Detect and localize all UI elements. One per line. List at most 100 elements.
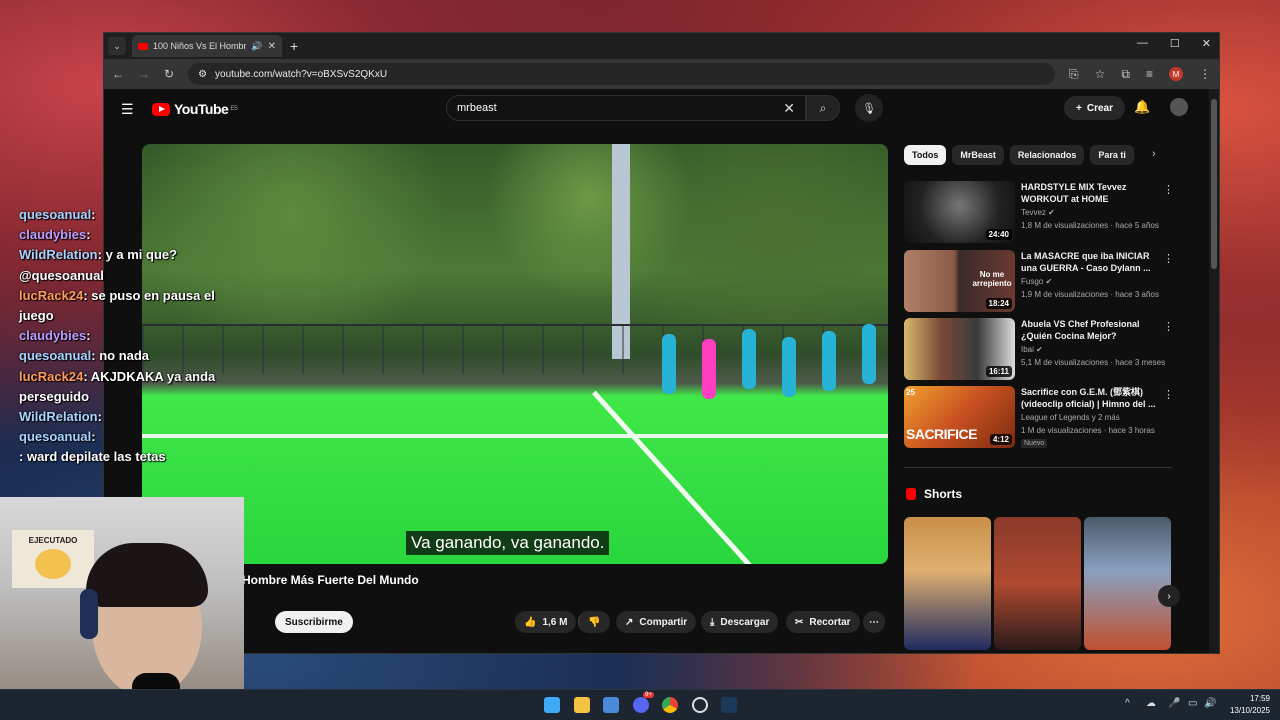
obs-icon[interactable] bbox=[692, 697, 708, 713]
search-input[interactable]: mrbeast ✕ bbox=[446, 95, 806, 121]
duration-badge: 24:40 bbox=[985, 229, 1012, 240]
more-options-icon[interactable]: ⋮ bbox=[1163, 320, 1174, 333]
more-actions-button[interactable]: ⋯ bbox=[863, 611, 885, 633]
subscribe-button[interactable]: Suscribirme bbox=[275, 611, 353, 633]
video-thumbnail[interactable]: 16:11 bbox=[904, 318, 1015, 380]
filter-chips: Todos MrBeast Relacionados Para ti bbox=[904, 145, 1134, 165]
notifications-bell-icon[interactable]: 🔔 bbox=[1134, 99, 1150, 115]
volume-icon[interactable]: 🔊 bbox=[1204, 698, 1216, 709]
recommendation-meta: 1 M de visualizaciones · hace 3 horas bbox=[1021, 426, 1155, 435]
shorts-next-button[interactable]: › bbox=[1158, 585, 1180, 607]
recommendation-channel[interactable]: Tevvez ✔ bbox=[1021, 208, 1055, 217]
clear-search-icon[interactable]: ✕ bbox=[783, 100, 795, 117]
back-icon[interactable]: ← bbox=[112, 67, 124, 81]
clip-button[interactable]: ✂ Recortar bbox=[786, 611, 860, 633]
recommendation-channel[interactable]: Fusgo ✔ bbox=[1021, 277, 1052, 286]
video-thumbnail[interactable]: No me arrepiento 18:24 bbox=[904, 250, 1015, 312]
recommendation-title[interactable]: Sacrifice con G.E.M. (鄧紫棋) (videoclip of… bbox=[1021, 386, 1159, 410]
close-tab-icon[interactable]: ✕ bbox=[268, 41, 276, 52]
media-controls-icon[interactable]: ≡ bbox=[1146, 67, 1153, 81]
recommendation-item[interactable]: 16:11 Abuela VS Chef Profesional ¿Quién … bbox=[904, 318, 1174, 380]
chat-message: quesoanual: bbox=[19, 429, 96, 445]
recommendation-title[interactable]: Abuela VS Chef Profesional ¿Quién Cocina… bbox=[1021, 318, 1159, 342]
recommendation-item[interactable]: 25 SACRIFICE 4:12 Sacrifice con G.E.M. (… bbox=[904, 386, 1174, 448]
audio-icon[interactable]: 🔊 bbox=[251, 41, 262, 52]
tray-overflow-icon[interactable]: ^ bbox=[1125, 698, 1130, 709]
chip-para-ti[interactable]: Para ti bbox=[1090, 145, 1134, 165]
shorts-title: Shorts bbox=[924, 487, 963, 501]
store-icon[interactable] bbox=[603, 697, 619, 713]
file-explorer-icon[interactable] bbox=[574, 697, 590, 713]
recommendation-meta: 1,9 M de visualizaciones · hace 3 años bbox=[1021, 290, 1159, 299]
network-icon[interactable]: ▭ bbox=[1188, 698, 1197, 709]
chip-mrbeast[interactable]: MrBeast bbox=[952, 145, 1004, 165]
forward-icon[interactable]: → bbox=[138, 67, 150, 81]
tab-search-button[interactable]: ⌄ bbox=[108, 37, 126, 55]
chrome-icon[interactable] bbox=[662, 697, 678, 713]
duration-badge: 16:11 bbox=[985, 366, 1012, 377]
new-tab-button[interactable]: + bbox=[290, 38, 298, 54]
scrollbar-thumb[interactable] bbox=[1211, 99, 1217, 269]
search-button[interactable]: ⌕ bbox=[806, 95, 840, 121]
more-options-icon[interactable]: ⋮ bbox=[1163, 252, 1174, 265]
chip-relacionados[interactable]: Relacionados bbox=[1009, 145, 1085, 165]
reload-icon[interactable]: ↻ bbox=[164, 67, 174, 81]
cloud-icon[interactable]: ☁ bbox=[1146, 698, 1156, 709]
recommendation-channel[interactable]: League of Legends y 2 más bbox=[1021, 413, 1120, 422]
youtube-logo[interactable]: YouTube ES bbox=[152, 101, 238, 117]
short-thumbnail[interactable] bbox=[994, 517, 1081, 650]
more-dots-icon: ⋯ bbox=[869, 616, 879, 628]
hamburger-menu-icon[interactable]: ☰ bbox=[121, 101, 134, 118]
voice-search-button[interactable]: 🎙 bbox=[855, 94, 883, 122]
short-thumbnail[interactable] bbox=[904, 517, 991, 650]
more-options-icon[interactable]: ⋮ bbox=[1163, 388, 1174, 401]
recommendation-title[interactable]: La MASACRE que iba INICIAR una GUERRA - … bbox=[1021, 250, 1159, 274]
create-label: Crear bbox=[1086, 102, 1113, 114]
verified-icon: ✔ bbox=[1048, 208, 1055, 217]
browser-window: ⌄ 100 Niños Vs El Hombre M 🔊 ✕ + — ☐ ✕ ←… bbox=[103, 32, 1220, 654]
thumbnail-overlay-text: No me arrepiento bbox=[972, 270, 1012, 288]
minimize-button[interactable]: — bbox=[1137, 37, 1148, 50]
create-button[interactable]: + Crear bbox=[1064, 96, 1125, 120]
video-caption: Va ganando, va ganando. bbox=[406, 531, 610, 555]
shorts-heading: Shorts bbox=[906, 487, 962, 501]
video-thumbnail[interactable]: 25 SACRIFICE 4:12 bbox=[904, 386, 1015, 448]
windows-start-icon[interactable] bbox=[544, 697, 560, 713]
tab-active[interactable]: 100 Niños Vs El Hombre M 🔊 ✕ bbox=[132, 35, 282, 57]
maximize-button[interactable]: ☐ bbox=[1170, 37, 1180, 50]
bookmark-star-icon[interactable]: ☆ bbox=[1095, 67, 1106, 81]
menu-kebab-icon[interactable]: ⋮ bbox=[1199, 67, 1211, 81]
logo-text: YouTube bbox=[174, 101, 229, 117]
extensions-icon[interactable]: ⧉ bbox=[1121, 67, 1130, 82]
site-info-icon[interactable]: ⚙ bbox=[198, 69, 207, 80]
dislike-button[interactable]: 👎 bbox=[578, 611, 610, 633]
chat-message: lucRack24: AKJDKAKA ya anda perseguido bbox=[19, 368, 216, 404]
more-options-icon[interactable]: ⋮ bbox=[1163, 183, 1174, 196]
chip-todos[interactable]: Todos bbox=[904, 145, 947, 165]
recommendation-meta: 1,8 M de visualizaciones · hace 5 años bbox=[1021, 221, 1159, 230]
chat-message: WildRelation: bbox=[19, 409, 102, 425]
video-thumbnail[interactable]: 24:40 bbox=[904, 181, 1015, 243]
profile-avatar[interactable]: M bbox=[1169, 67, 1183, 81]
recommendation-channel[interactable]: Ibai ✔ bbox=[1021, 345, 1043, 354]
short-thumbnail[interactable] bbox=[1084, 517, 1171, 650]
close-window-button[interactable]: ✕ bbox=[1202, 37, 1211, 50]
poster-emoji-icon bbox=[35, 549, 71, 579]
steam-icon[interactable] bbox=[721, 697, 737, 713]
download-button[interactable]: ⤓ Descargar bbox=[701, 611, 779, 633]
chevron-right-icon[interactable]: › bbox=[1152, 148, 1156, 160]
video-player[interactable]: Va ganando, va ganando. bbox=[142, 144, 888, 564]
address-bar[interactable]: ⚙ youtube.com/watch?v=oBXSvS2QKxU bbox=[188, 63, 1056, 85]
like-button[interactable]: 👍 1,6 M bbox=[515, 611, 577, 633]
share-button[interactable]: ↗ Compartir bbox=[616, 611, 697, 633]
discord-icon[interactable] bbox=[633, 697, 649, 713]
system-clock[interactable]: 17:59 13/10/2025 bbox=[1230, 693, 1270, 717]
recommendation-title[interactable]: HARDSTYLE MIX Tevvez WORKOUT at HOME PLA… bbox=[1021, 181, 1159, 205]
recommendation-item[interactable]: 24:40 HARDSTYLE MIX Tevvez WORKOUT at HO… bbox=[904, 181, 1174, 243]
install-app-icon[interactable]: ⎘ bbox=[1069, 67, 1079, 82]
recommendation-item[interactable]: No me arrepiento 18:24 La MASACRE que ib… bbox=[904, 250, 1174, 312]
microphone-tray-icon[interactable]: 🎤 bbox=[1168, 698, 1180, 709]
wall-poster: EJECUTADO bbox=[12, 530, 94, 588]
account-avatar[interactable] bbox=[1170, 98, 1188, 116]
page-scrollbar[interactable] bbox=[1209, 89, 1219, 653]
